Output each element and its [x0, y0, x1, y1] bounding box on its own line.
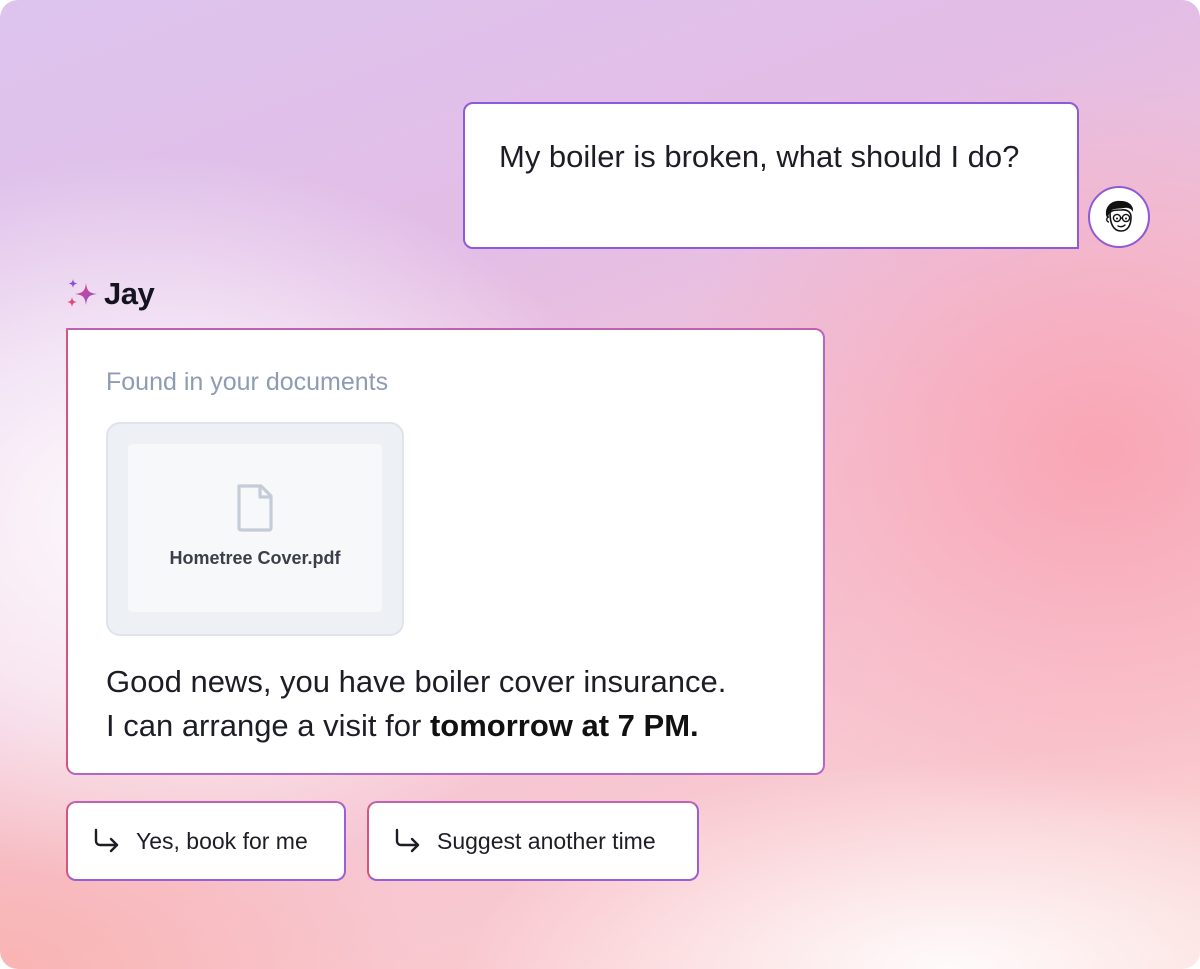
- assistant-reply-text: Good news, you have boiler cover insuran…: [106, 660, 806, 748]
- file-icon: [237, 484, 273, 532]
- assistant-response-card: Found in your documents Hometree Cover.p…: [66, 328, 825, 775]
- document-file-name: Hometree Cover.pdf: [169, 548, 341, 568]
- suggestion-label: Suggest another time: [437, 827, 656, 854]
- user-avatar: [1088, 186, 1150, 248]
- reply-line-1: Good news, you have boiler cover insuran…: [106, 664, 727, 699]
- suggestion-yes-book-button[interactable]: Yes, book for me: [66, 801, 346, 881]
- arrow-return-icon: [395, 828, 420, 853]
- suggestion-label: Yes, book for me: [136, 827, 308, 854]
- reply-line-2: I can arrange a visit for tomorrow at 7 …: [106, 704, 806, 748]
- document-attachment[interactable]: Hometree Cover.pdf: [106, 422, 404, 636]
- sparkles-icon: [67, 279, 97, 307]
- user-avatar-illustration: [1105, 200, 1134, 232]
- chat-canvas: My boiler is broken, what should I do? J…: [0, 0, 1200, 969]
- assistant-name: Jay: [104, 276, 155, 311]
- reply-line-2-text: I can arrange a visit for: [106, 708, 430, 743]
- document-preview: Hometree Cover.pdf: [128, 444, 382, 612]
- user-message-bubble: My boiler is broken, what should I do?: [463, 102, 1079, 249]
- assistant-header: Jay: [64, 276, 155, 312]
- reply-time-highlight: tomorrow at 7 PM.: [429, 708, 699, 743]
- arrow-return-icon: [94, 828, 119, 853]
- found-in-documents-label: Found in your documents: [106, 368, 389, 396]
- suggestion-another-time-button[interactable]: Suggest another time: [367, 801, 699, 881]
- user-message-text: My boiler is broken, what should I do?: [499, 139, 1020, 174]
